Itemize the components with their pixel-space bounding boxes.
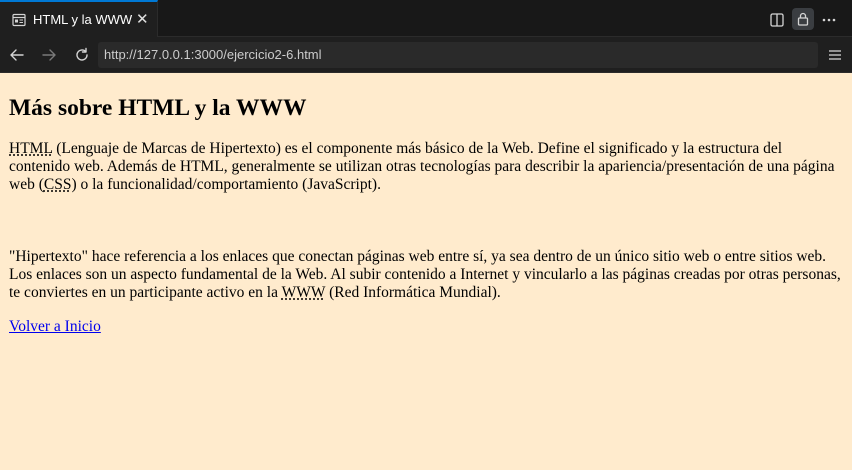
page-title: Más sobre HTML y la WWW (9, 95, 307, 121)
page-content: Más sobre HTML y la WWW HTML (Lenguaje d… (0, 73, 852, 470)
paragraph-hypertext-text-b: (Red Informática Mundial). (325, 284, 501, 301)
tab-title: HTML y la WWW (33, 12, 133, 27)
back-icon[interactable] (7, 45, 27, 65)
abbr-html: HTML (9, 140, 53, 157)
paragraph-hypertext: "Hipertexto" hace referencia a los enlac… (9, 248, 843, 302)
menu-icon[interactable] (826, 46, 844, 64)
lock-icon[interactable] (792, 8, 814, 30)
paragraph-html-text-b: ) o la funcionalidad/comportamiento (Jav… (71, 176, 381, 193)
navigation-bar: http://127.0.0.1:3000/ejercicio2-6.html (0, 37, 852, 73)
browser-tab[interactable]: HTML y la WWW ✕ (0, 0, 158, 37)
reload-icon[interactable] (72, 45, 92, 65)
more-icon[interactable] (818, 9, 840, 31)
tab-bar: HTML y la WWW ✕ (0, 0, 852, 37)
address-bar[interactable]: http://127.0.0.1:3000/ejercicio2-6.html (98, 42, 818, 68)
abbr-www: WWW (281, 284, 326, 301)
paragraph-html: HTML (Lenguaje de Marcas de Hipertexto) … (9, 140, 843, 194)
close-icon[interactable]: ✕ (136, 10, 149, 28)
split-view-icon[interactable] (766, 9, 788, 31)
page-icon (12, 13, 26, 32)
blank-space (9, 194, 843, 248)
url-text[interactable]: http://127.0.0.1:3000/ejercicio2-6.html (104, 47, 322, 62)
home-link[interactable]: Volver a Inicio (9, 318, 101, 335)
forward-icon[interactable] (39, 45, 59, 65)
home-link-paragraph: Volver a Inicio (9, 318, 843, 336)
abbr-css: CSS (43, 176, 72, 193)
